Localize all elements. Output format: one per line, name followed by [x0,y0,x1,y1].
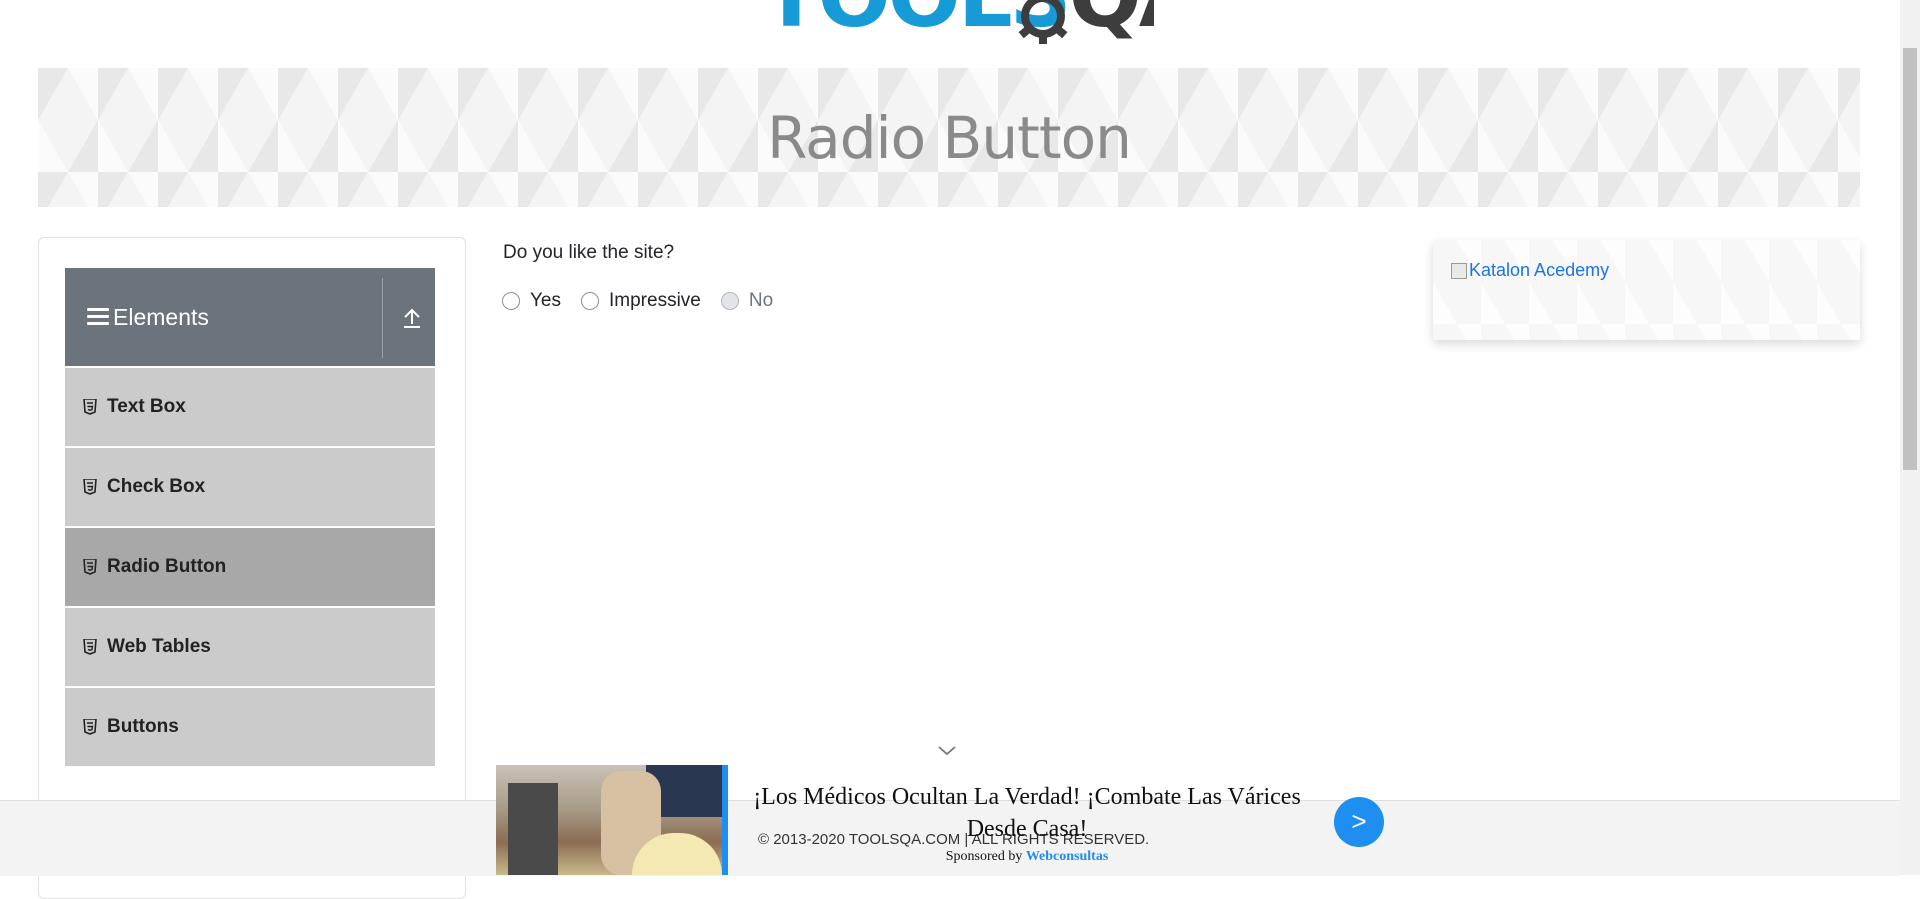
sidebar-item-radio-button[interactable]: Radio Button [65,528,435,608]
sidebar-item-check-box[interactable]: Check Box [65,448,435,528]
page-title: Radio Button [767,103,1132,172]
html5-icon [83,399,97,415]
header-divider [382,278,383,358]
radio-impressive-input[interactable] [581,292,599,310]
radio-option-no: No [720,290,774,312]
sidebar-item-web-tables[interactable]: Web Tables [65,608,435,688]
html5-icon [83,719,97,735]
radio-yes-label[interactable]: Yes [530,290,561,312]
sticky-ad-image[interactable] [496,765,722,875]
radio-yes-input[interactable] [502,292,520,310]
sponsor-prefix: Sponsored by [945,849,1023,864]
sidebar-item-label: Check Box [107,476,206,497]
broken-image-icon [1451,262,1467,279]
html5-icon [83,479,97,495]
sidebar-item-label: Buttons [107,716,179,737]
sticky-ad-go-button[interactable]: > [1334,797,1384,847]
sidebar-item-label: Web Tables [107,636,211,657]
html5-icon [83,559,97,575]
katalon-ad-image[interactable]: Katalon Acedemy [1451,260,1609,281]
ad-image-alt-text: Katalon Acedemy [1469,260,1610,280]
scrollbar-thumb[interactable] [1903,48,1917,470]
sidebar-item-label: Text Box [107,396,186,417]
html5-icon [83,639,97,655]
radio-no-label: No [748,290,774,311]
upload-arrow-icon[interactable] [401,306,423,330]
toolsqa-logo[interactable]: TOOLSQA [762,0,1154,56]
sticky-ad-sponsor: Sponsored by Webconsultas [732,849,1322,865]
radio-impressive-label[interactable]: Impressive [609,290,701,312]
logo-text: TOOLSQA [762,0,1154,40]
radio-option-impressive[interactable]: Impressive [581,290,701,312]
sticky-ad-banner[interactable]: ¡Los Médicos Ocultan La Verdad! ¡Combate… [496,765,1386,875]
sticky-ad-headline[interactable]: ¡Los Médicos Ocultan La Verdad! ¡Combate… [732,781,1322,845]
sidebar-item-buttons[interactable]: Buttons [65,688,435,768]
group-title: Elements [113,304,209,330]
radio-group: Yes Impressive No [502,290,793,312]
radio-question: Do you like the site? [503,242,675,263]
logo-qa-text: QA [1069,0,1154,47]
sidebar-item-label: Radio Button [107,556,227,577]
katalon-ad-panel[interactable]: Katalon Acedemy [1433,240,1860,340]
radio-option-yes[interactable]: Yes [502,290,561,312]
radio-no-input [720,292,739,310]
chevron-down-icon[interactable] [936,744,958,758]
sponsor-name[interactable]: Webconsultas [1026,849,1108,864]
elements-group-header[interactable]: Elements [65,268,435,366]
ad-accent-bar [722,765,728,875]
page-scrollbar[interactable] [1900,0,1920,875]
page-banner: Radio Button [38,68,1860,207]
gear-icon [1018,0,1068,44]
sidebar-item-text-box[interactable]: Text Box [65,368,435,448]
elements-menu-list: Text Box Check Box Radio Button Web Tables B… [65,368,435,768]
hamburger-icon [87,308,109,326]
ad-image-chair [508,783,558,875]
